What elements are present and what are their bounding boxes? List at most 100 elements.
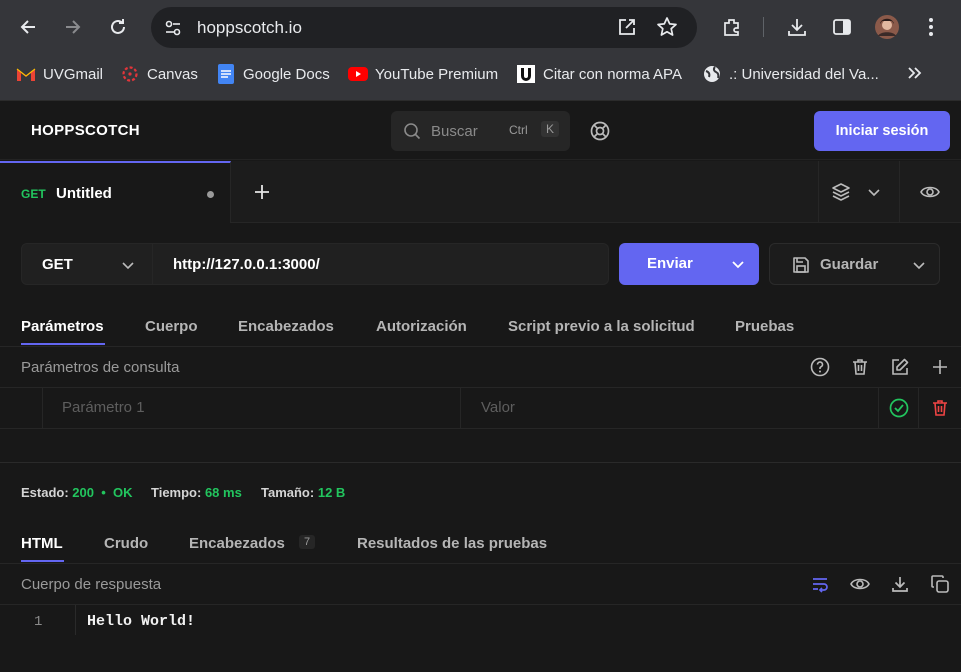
tab-html[interactable]: HTML [21,535,63,552]
search-icon [403,122,421,140]
line-number-gutter: 1 [0,605,75,672]
active-response-tab-indicator [21,560,64,562]
request-tab-strip: GET Untitled [0,161,961,223]
copy-response-icon[interactable] [928,572,952,596]
downloads-icon[interactable] [782,12,812,42]
line-number: 1 [34,614,43,630]
tab-test-results[interactable]: Resultados de las pruebas [357,535,547,552]
bookmark-youtube-premium[interactable]: YouTube Premium [348,62,498,86]
site-settings-icon[interactable] [163,18,183,38]
bookmark-citar-apa[interactable]: Citar con norma APA [516,62,682,86]
tab-response-encabezados[interactable]: Encabezados 7 [189,535,316,552]
eye-icon[interactable] [919,181,941,203]
preview-eye-icon[interactable] [848,572,872,596]
save-floppy-icon [791,255,811,275]
new-tab-plus-icon[interactable] [252,182,272,202]
reload-button[interactable] [99,8,137,46]
send-button[interactable]: Enviar [619,243,759,285]
apa-icon [516,64,536,84]
tab-cuerpo[interactable]: Cuerpo [145,318,198,335]
save-label: Guardar [820,256,879,273]
wrap-lines-icon[interactable] [808,572,832,596]
size-value: 12 B [317,485,346,500]
param-delete-trash-icon[interactable] [928,396,952,420]
time-meta: Tiempo: 68 ms [151,485,242,500]
save-button[interactable]: Guardar [769,243,940,285]
help-icon[interactable] [808,355,832,379]
response-body-content[interactable]: Hello World! [87,613,195,630]
active-tab-indicator [21,343,105,345]
bookmark-universidad[interactable]: .: Universidad del Va... [702,62,879,86]
reload-icon [111,19,125,34]
url-value: http://127.0.0.1:3000/ [173,256,320,273]
send-label: Enviar [647,255,693,272]
send-options-chevron-down-icon[interactable] [731,257,745,271]
headers-count-badge: 7 [299,535,316,549]
url-input[interactable]: http://127.0.0.1:3000/ [153,243,609,285]
search-placeholder: Buscar [431,123,478,140]
gmail-icon [16,64,36,84]
arrow-right-icon [66,20,81,34]
shortcut-k: K [541,121,560,137]
status-meta: Estado: 200 • OK [21,485,133,500]
size-meta: Tamaño: 12 B [261,485,345,500]
tab-parametros[interactable]: Parámetros [21,318,104,335]
address-url[interactable]: hoppscotch.io [197,18,302,38]
more-bookmarks-icon[interactable] [905,64,923,82]
save-options-chevron-down-icon[interactable] [912,258,926,272]
login-button[interactable]: Iniciar sesión [814,111,950,151]
param-enabled-check-icon[interactable] [887,396,911,420]
environments-layers-icon[interactable] [830,181,852,203]
forward-button[interactable] [54,8,92,46]
tab-pre-request-script[interactable]: Script previo a la solicitud [508,318,695,335]
unsaved-dot-icon[interactable] [207,191,214,198]
tab-title: Untitled [56,185,112,202]
download-response-icon[interactable] [888,572,912,596]
search-button[interactable]: Buscar Ctrl K [391,111,570,151]
shortcut-ctrl: Ctrl [509,123,528,137]
canvas-icon [120,64,140,84]
status-label: Estado: [21,485,69,500]
bulk-edit-icon[interactable] [888,355,912,379]
profile-avatar[interactable] [872,12,902,42]
side-panel-icon[interactable] [827,12,857,42]
request-tab-untitled[interactable]: GET Untitled [0,161,231,223]
open-external-icon[interactable] [617,17,637,37]
environments-chevron-down-icon[interactable] [867,185,881,199]
chrome-menu-icon[interactable] [916,12,946,42]
method-select[interactable]: GET [21,243,153,285]
param-value-input[interactable]: Valor [481,399,515,416]
tab-method-badge: GET [21,187,46,201]
toolbar-divider [763,17,764,37]
address-bar[interactable]: hoppscotch.io [151,7,697,48]
youtube-icon [348,64,368,84]
tab-autorizacion[interactable]: Autorización [376,318,467,335]
method-chevron-down-icon [121,258,135,272]
browser-chrome: hoppscotch.io UVGmail Canvas Google Docs… [0,0,961,100]
arrow-left-icon [20,20,35,34]
tab-pruebas[interactable]: Pruebas [735,318,794,335]
time-label: Tiempo: [151,485,202,500]
tab-encabezados[interactable]: Encabezados [238,318,334,335]
param-row: Parámetro 1 Valor [0,388,961,428]
response-body-label: Cuerpo de respuesta [21,576,162,593]
bookmark-google-docs[interactable]: Google Docs [216,62,330,86]
method-value: GET [42,256,73,273]
bookmark-uvgmail[interactable]: UVGmail [16,62,103,86]
docs-icon [216,64,236,84]
tab-crudo[interactable]: Crudo [104,535,148,552]
support-icon[interactable] [589,120,611,142]
time-value: 68 ms [204,485,242,500]
globe-icon [702,64,722,84]
param-key-input[interactable]: Parámetro 1 [62,399,145,416]
clear-all-trash-icon[interactable] [848,355,872,379]
add-param-plus-icon[interactable] [928,355,952,379]
bookmark-star-icon[interactable] [656,16,678,38]
bookmark-canvas[interactable]: Canvas [120,62,198,86]
brand-logo[interactable]: HOPPSCOTCH [31,122,140,139]
query-params-label: Parámetros de consulta [21,359,180,376]
app-header: HOPPSCOTCH Buscar Ctrl K Iniciar sesión [0,100,961,160]
extensions-icon[interactable] [717,12,747,42]
back-button[interactable] [9,8,47,46]
size-label: Tamaño: [261,485,315,500]
